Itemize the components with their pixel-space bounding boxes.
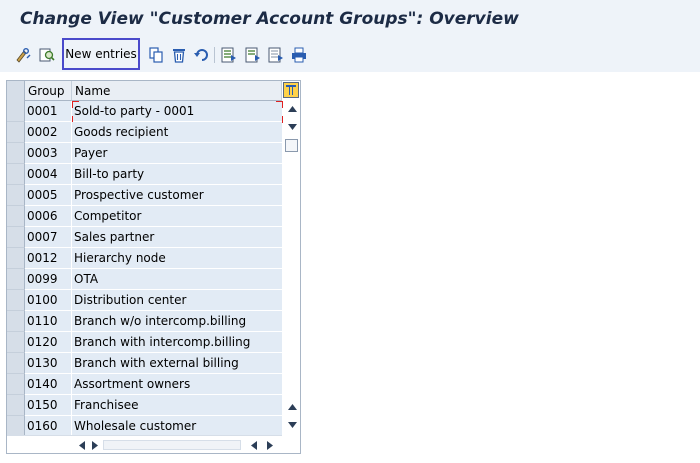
table-row[interactable]: 0005 Prospective customer [7, 185, 282, 206]
group-cell[interactable]: 0002 [25, 122, 72, 143]
group-cell[interactable]: 0003 [25, 143, 72, 164]
copy-icon[interactable] [147, 46, 165, 64]
table-row[interactable]: 0012 Hierarchy node [7, 248, 282, 269]
delete-icon[interactable] [170, 46, 188, 64]
group-cell[interactable]: 0005 [25, 185, 72, 206]
print-icon[interactable] [290, 46, 308, 64]
scroll-down-icon[interactable] [286, 419, 298, 431]
table-row[interactable]: 0004 Bill-to party [7, 164, 282, 185]
name-cell[interactable]: Hierarchy node [72, 248, 282, 269]
scroll-left-icon[interactable] [77, 439, 87, 451]
column-header-name[interactable]: Name [72, 81, 282, 101]
table-row[interactable]: 0110 Branch w/o intercomp.billing [7, 311, 282, 332]
scroll-up-icon[interactable] [286, 103, 298, 115]
table-row[interactable]: 0001 Sold-to party - 0001 [7, 101, 283, 123]
row-selector[interactable] [7, 164, 25, 185]
group-cell[interactable]: 0007 [25, 227, 72, 248]
group-cell[interactable]: 0140 [25, 374, 72, 395]
group-cell[interactable]: 0006 [25, 206, 72, 227]
name-cell[interactable]: Competitor [72, 206, 282, 227]
focus-marker [72, 101, 79, 108]
row-selector[interactable] [7, 374, 25, 395]
name-cell[interactable]: Franchisee [72, 395, 282, 416]
row-selector[interactable] [7, 227, 25, 248]
table-row[interactable]: 0130 Branch with external billing [7, 353, 282, 374]
group-cell[interactable]: 0130 [25, 353, 72, 374]
row-selector[interactable] [7, 269, 25, 290]
group-cell[interactable]: 0110 [25, 311, 72, 332]
row-selector[interactable] [7, 101, 25, 122]
row-selector[interactable] [7, 416, 25, 437]
select-all-icon[interactable] [220, 46, 238, 64]
scrollbar-thumb[interactable] [285, 139, 298, 152]
select-all-rows-button[interactable] [7, 81, 25, 101]
table-row[interactable]: 0100 Distribution center [7, 290, 282, 311]
row-selector[interactable] [7, 395, 25, 416]
group-cell[interactable]: 0001 [25, 101, 72, 122]
scroll-right-end-icon[interactable] [265, 439, 275, 451]
title-bar: Change View "Customer Account Groups": O… [0, 0, 700, 38]
name-cell[interactable]: Branch with external billing [72, 353, 282, 374]
group-cell[interactable]: 0099 [25, 269, 72, 290]
row-selector[interactable] [7, 122, 25, 143]
horizontal-scrollbar[interactable] [7, 435, 282, 453]
account-groups-table: Group Name 0001 Sold-to party - 0001 0002 G… [6, 80, 301, 454]
name-cell[interactable]: Wholesale customer [72, 416, 282, 437]
table-settings-icon[interactable] [283, 82, 299, 98]
table-row[interactable]: 0140 Assortment owners [7, 374, 282, 395]
page-up-icon[interactable] [286, 401, 298, 413]
group-cell[interactable]: 0100 [25, 290, 72, 311]
group-cell[interactable]: 0012 [25, 248, 72, 269]
toolbar-separator [214, 47, 215, 63]
name-cell[interactable]: Prospective customer [72, 185, 282, 206]
undo-icon[interactable] [193, 46, 211, 64]
row-selector[interactable] [7, 206, 25, 227]
name-cell[interactable]: Sales partner [72, 227, 282, 248]
name-cell[interactable]: Branch with intercomp.billing [72, 332, 282, 353]
group-cell[interactable]: 0150 [25, 395, 72, 416]
name-cell[interactable]: Goods recipient [72, 122, 282, 143]
row-selector[interactable] [7, 311, 25, 332]
group-cell[interactable]: 0004 [25, 164, 72, 185]
select-block-icon[interactable] [244, 46, 262, 64]
row-selector[interactable] [7, 353, 25, 374]
name-cell[interactable]: OTA [72, 269, 282, 290]
new-entries-button[interactable]: New entries [62, 38, 140, 70]
page-title: Change View "Customer Account Groups": O… [20, 9, 519, 29]
application-toolbar: New entries [0, 38, 700, 72]
scroll-left-end-icon[interactable] [249, 439, 259, 451]
group-cell[interactable]: 0160 [25, 416, 72, 437]
scroll-right-icon[interactable] [90, 439, 100, 451]
row-selector[interactable] [7, 332, 25, 353]
name-cell[interactable]: Branch w/o intercomp.billing [72, 311, 282, 332]
page-down-icon[interactable] [286, 121, 298, 133]
deselect-all-icon[interactable] [267, 46, 285, 64]
name-cell[interactable]: Assortment owners [72, 374, 282, 395]
table-row[interactable]: 0150 Franchisee [7, 395, 282, 416]
name-cell[interactable]: Bill-to party [72, 164, 282, 185]
row-selector[interactable] [7, 185, 25, 206]
name-cell[interactable]: Sold-to party - 0001 [72, 101, 282, 122]
row-selector[interactable] [7, 290, 25, 311]
table-row[interactable]: 0120 Branch with intercomp.billing [7, 332, 282, 353]
name-cell[interactable]: Payer [72, 143, 282, 164]
table-row[interactable]: 0003 Payer [7, 143, 282, 164]
vertical-scrollbar[interactable] [284, 101, 300, 433]
display-change-icon[interactable] [14, 46, 32, 64]
group-cell[interactable]: 0120 [25, 332, 72, 353]
table-row[interactable]: 0002 Goods recipient [7, 122, 282, 143]
row-selector[interactable] [7, 143, 25, 164]
table-row[interactable]: 0006 Competitor [7, 206, 282, 227]
table-row[interactable]: 0099 OTA [7, 269, 282, 290]
table-row[interactable]: 0160 Wholesale customer [7, 416, 282, 437]
name-cell[interactable]: Distribution center [72, 290, 282, 311]
horizontal-scroll-track[interactable] [103, 440, 241, 450]
focus-marker [276, 101, 283, 108]
table-row[interactable]: 0007 Sales partner [7, 227, 282, 248]
row-selector[interactable] [7, 248, 25, 269]
find-icon[interactable] [38, 46, 56, 64]
column-header-group[interactable]: Group [25, 81, 72, 101]
